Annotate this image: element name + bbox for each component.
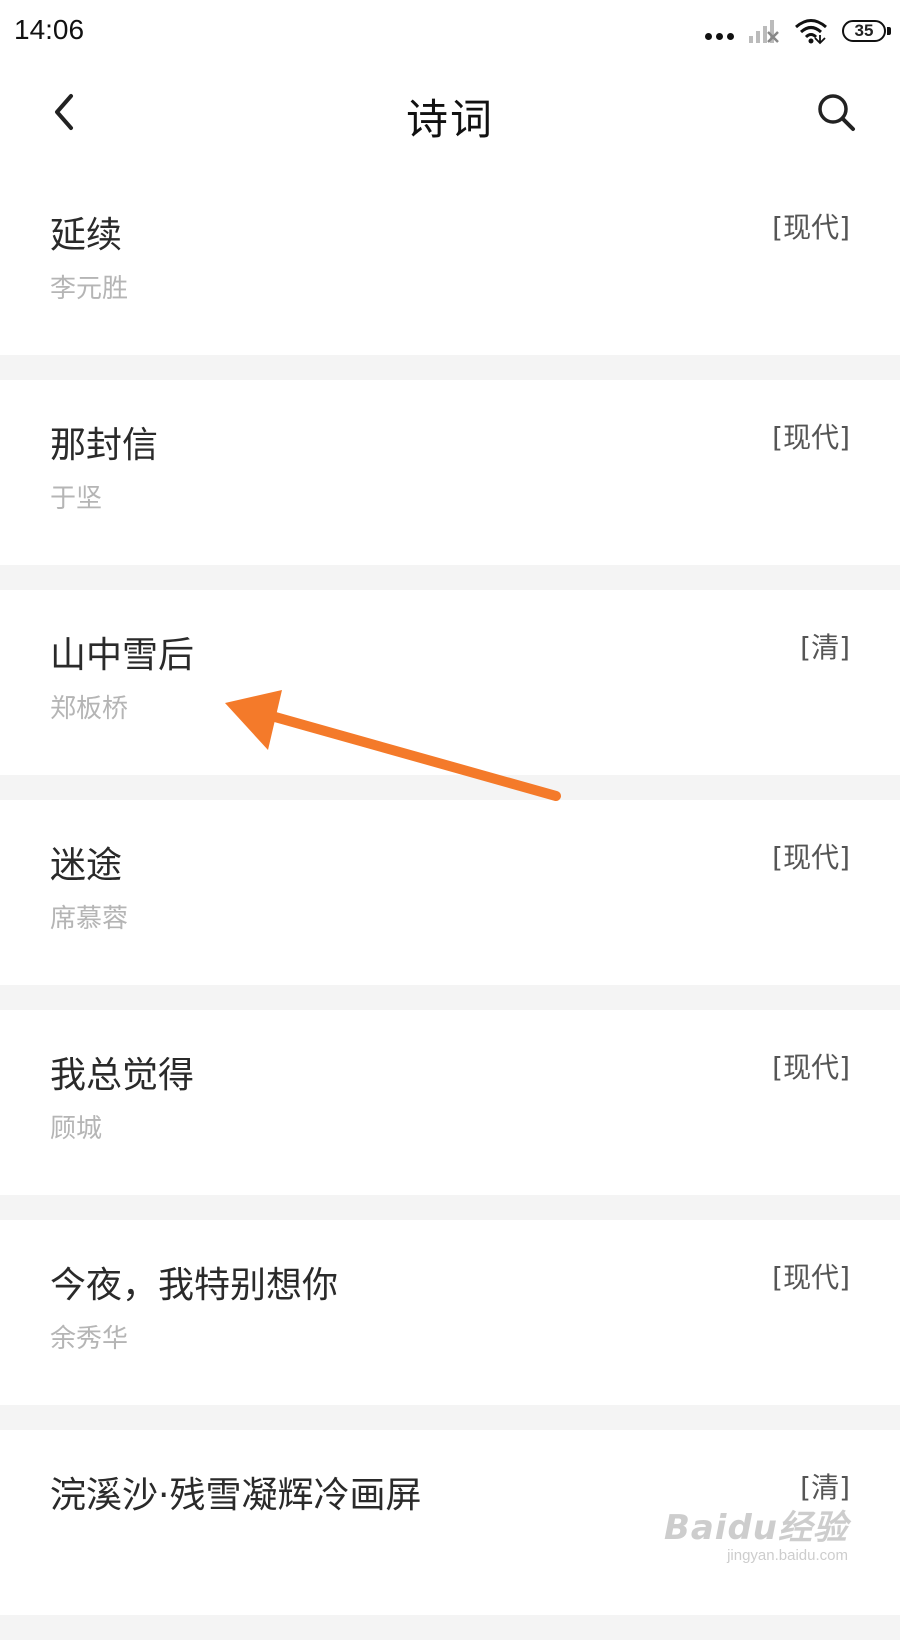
battery-icon: 35: [842, 20, 891, 42]
poem-title: 我总觉得: [50, 1055, 195, 1096]
search-icon: [818, 94, 855, 131]
poem-author: 余秀华: [50, 1324, 129, 1354]
poem-author: 于坚: [50, 484, 103, 514]
poem-title: 山中雪后: [50, 635, 195, 676]
watermark-url: jingyan.baidu.com: [727, 1547, 848, 1564]
poem-title: 今夜，我特别想你: [50, 1265, 339, 1306]
poem-title: 那封信: [50, 425, 159, 466]
poem-card[interactable]: 那封信 于坚 [现代]: [0, 380, 900, 590]
poem-dynasty: [清]: [800, 631, 850, 664]
status-bar: 14:06 35: [0, 0, 900, 60]
more-dots-icon: [705, 23, 734, 40]
poem-author: 席慕蓉: [50, 904, 129, 934]
signal-off-icon: [749, 20, 779, 43]
app-header: 诗词: [0, 60, 900, 170]
page-title: 诗词: [405, 95, 494, 144]
baidu-jingyan-watermark: Baidu经验 jingyan.baidu.com: [664, 1500, 848, 1564]
poem-list: 延续 李元胜 [现代] 那封信 于坚 [现代] 山中雪后 郑板桥 [清] 迷途 …: [0, 170, 900, 1640]
poem-card[interactable]: 迷途 席慕蓉 [现代]: [0, 800, 900, 1010]
poem-card[interactable]: 延续 李元胜 [现代]: [0, 170, 900, 380]
poem-author: 郑板桥: [50, 694, 129, 724]
poem-title: 迷途: [50, 845, 123, 886]
poem-dynasty: [现代]: [772, 421, 850, 454]
status-time: 14:06: [14, 14, 85, 45]
poem-author: 李元胜: [50, 274, 129, 304]
search-button[interactable]: [806, 82, 866, 142]
watermark-logo: Baidu经验: [663, 1508, 848, 1548]
poem-dynasty: [现代]: [772, 1261, 850, 1294]
wifi-icon: [795, 19, 827, 45]
poem-author: 顾城: [50, 1114, 103, 1144]
poem-title: 浣溪沙·残雪凝辉冷画屏: [50, 1475, 422, 1516]
poem-card[interactable]: 山中雪后 郑板桥 [清]: [0, 590, 900, 800]
poem-title: 延续: [50, 215, 123, 256]
poem-card[interactable]: 我总觉得 顾城 [现代]: [0, 1010, 900, 1220]
status-icons: 35: [705, 16, 891, 46]
poem-dynasty: [现代]: [772, 841, 850, 874]
poem-dynasty: [现代]: [772, 1051, 850, 1084]
poem-dynasty: [现代]: [772, 211, 850, 244]
poem-card[interactable]: 今夜，我特别想你 余秀华 [现代]: [0, 1220, 900, 1430]
